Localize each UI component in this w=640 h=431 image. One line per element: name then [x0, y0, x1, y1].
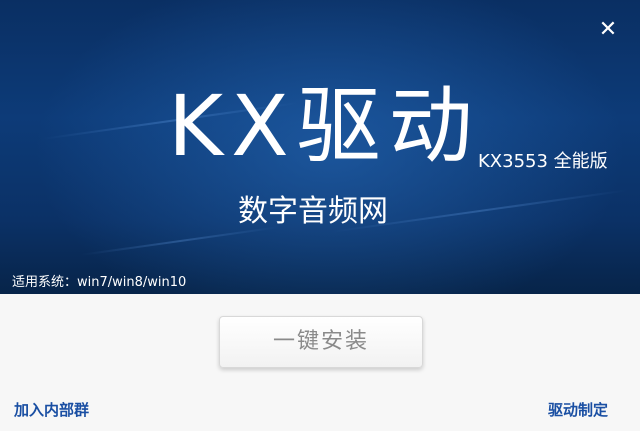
installer-window: ✕ KX驱动 KX3553 全能版 数字音频网 适用系统：win7/win8/w…	[0, 0, 640, 431]
publisher-label: 数字音频网	[238, 194, 388, 229]
version-label: KX3553 全能版	[478, 151, 608, 172]
header-banner: ✕ KX驱动 KX3553 全能版 数字音频网 适用系统：win7/win8/w…	[0, 0, 640, 294]
join-group-link[interactable]: 加入内部群	[14, 400, 89, 420]
supported-os-label: 适用系统：win7/win8/win10	[12, 275, 187, 290]
custom-driver-link[interactable]: 驱动制定	[548, 400, 608, 420]
close-icon: ✕	[598, 17, 618, 42]
close-button[interactable]: ✕	[598, 17, 618, 42]
app-title: KX驱动	[168, 77, 481, 175]
one-click-install-button[interactable]: 一键安装	[219, 316, 423, 368]
